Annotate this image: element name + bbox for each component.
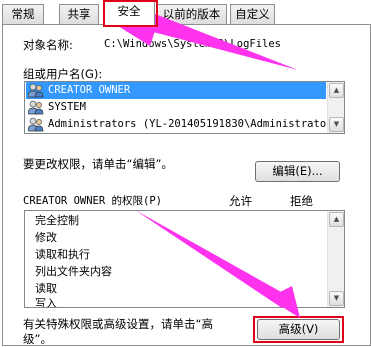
annotation-arrows xyxy=(118,10,300,318)
arrow-to-advanced-button xyxy=(135,210,292,308)
annotation-security-tab-box xyxy=(103,0,158,27)
arrow-to-security-tab xyxy=(138,10,298,70)
